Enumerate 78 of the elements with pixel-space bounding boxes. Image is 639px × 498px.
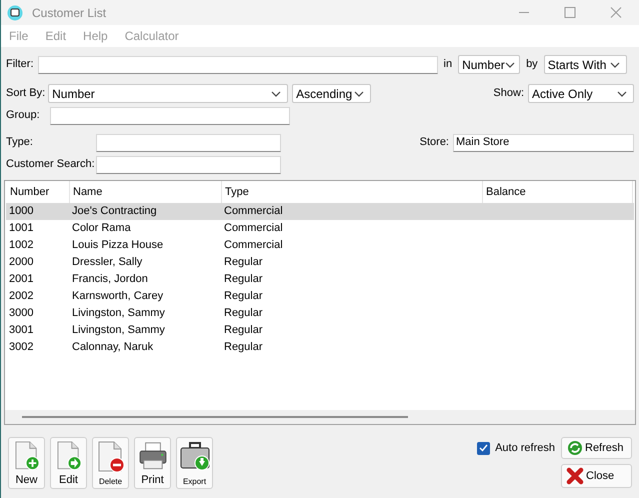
toolbar-button[interactable]: Print <box>134 437 171 489</box>
dropdown-caret-icon <box>610 62 620 68</box>
customer-search-field[interactable] <box>96 156 281 174</box>
table-row[interactable]: 2002 Karnsworth, Carey Regular <box>6 288 634 305</box>
table-row[interactable]: 3000 Livingston, Sammy Regular <box>6 305 634 322</box>
table-cell-text: 2002 <box>8 289 34 304</box>
dropdown-caret-icon <box>271 90 282 96</box>
sort-order-dropdown[interactable]: Ascending <box>292 84 372 103</box>
type-field[interactable] <box>96 134 281 152</box>
table-row[interactable]: 3001 Livingston, Sammy Regular <box>6 322 634 339</box>
store-label: Store: <box>420 135 449 150</box>
table-cell-text: Joe's Contracting <box>71 204 158 220</box>
table-row[interactable]: 1000 Joe's Contracting Commercial <box>6 203 634 220</box>
document-minus-icon <box>96 441 126 473</box>
close-icon <box>566 467 584 485</box>
table-cell-text: 3000 <box>8 306 34 322</box>
dropdown-caret-icon <box>617 90 627 96</box>
type-label: Type: <box>6 135 34 150</box>
table-cell-text: Louis Pizza House <box>71 238 164 254</box>
table-row[interactable]: 1002 Louis Pizza House Commercial <box>6 237 634 254</box>
table-row[interactable]: 3002 Calonnay, Naruk Regular <box>6 339 634 356</box>
table-cell-text: 1000 <box>8 204 34 220</box>
filter-label: Filter: <box>6 57 34 72</box>
toolbar-button[interactable]: Delete <box>92 437 129 489</box>
in-label: in <box>444 57 452 72</box>
table-row[interactable]: 2001 Francis, Jordon Regular <box>6 271 634 288</box>
app-icon <box>7 4 23 20</box>
table-cell-text: 3001 <box>8 323 34 338</box>
table-cell-text: Karnsworth, Carey <box>71 289 164 304</box>
show-label: Show: <box>493 86 524 102</box>
table-cell-text: Regular <box>223 306 264 322</box>
dropdown-caret-icon <box>504 62 515 68</box>
match-dropdown[interactable]: Starts With <box>544 55 627 74</box>
by-label: by <box>526 57 538 72</box>
table-cell-text: Regular <box>223 323 264 338</box>
sort-by-dropdown[interactable]: Number <box>48 84 288 103</box>
table-cell-text: 3002 <box>8 340 34 356</box>
in-dropdown[interactable]: Number <box>458 55 520 74</box>
table-cell-text: Regular <box>223 289 264 304</box>
table-cell-text: 1001 <box>8 221 34 236</box>
toolbar-button[interactable]: Edit <box>50 437 87 489</box>
show-dropdown[interactable]: Active Only <box>528 84 634 103</box>
scrollbar-thumb[interactable] <box>22 416 408 418</box>
table-cell-text: Calonnay, Naruk <box>71 340 154 356</box>
table-cell-text: Regular <box>223 272 264 288</box>
group-label: Group: <box>6 108 40 124</box>
filter-field[interactable] <box>38 56 438 74</box>
dropdown-caret-icon <box>354 90 364 96</box>
customer-search-label: Customer Search: <box>6 157 96 172</box>
table-cell-text: Dressler, Sally <box>71 255 144 270</box>
table-cell-text: Regular <box>223 255 264 270</box>
refresh-icon <box>567 440 583 456</box>
table-cell-text: Color Rama <box>71 221 132 236</box>
group-field[interactable] <box>50 106 290 124</box>
table-row[interactable]: 1001 Color Rama Commercial <box>6 220 634 237</box>
toolbar-button[interactable]: New <box>8 437 45 489</box>
close-button[interactable]: Close <box>561 464 632 488</box>
window-title: Customer List <box>32 4 106 22</box>
sort-by-label: Sort By: <box>6 86 46 102</box>
refresh-button[interactable]: Refresh <box>561 437 632 459</box>
checkmark-icon <box>479 444 488 452</box>
table-cell-text: 1002 <box>8 238 34 254</box>
horizontal-scrollbar[interactable] <box>5 410 635 424</box>
table-cell-text: Commercial <box>223 221 284 236</box>
table-cell-text: Commercial <box>223 204 284 220</box>
table-cell-text: 2000 <box>8 255 34 270</box>
auto-refresh-checkbox[interactable] <box>477 442 490 454</box>
toolbar-button[interactable]: Export <box>176 437 213 489</box>
auto-refresh-label: Auto refresh <box>495 440 555 456</box>
table-row[interactable]: 2000 Dressler, Sally Regular <box>6 254 634 271</box>
table-cell-text: 2001 <box>8 272 34 288</box>
table-cell-text: Regular <box>223 340 264 356</box>
table-cell-text: Livingston, Sammy <box>71 323 166 338</box>
table-cell-text: Commercial <box>223 238 284 254</box>
printer-icon <box>136 441 168 470</box>
table-cell-text: Livingston, Sammy <box>71 306 166 322</box>
table-cell-text: Francis, Jordon <box>71 272 149 288</box>
store-field[interactable]: Main Store <box>453 134 634 152</box>
